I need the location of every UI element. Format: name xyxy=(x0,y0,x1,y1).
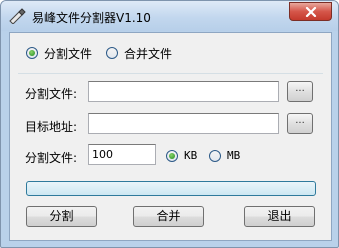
merge-mode-label[interactable]: 合并文件 xyxy=(124,45,172,62)
split-file-label: 分割文件: xyxy=(25,87,78,101)
window-title: 易峰文件分割器V1.10 xyxy=(32,11,151,25)
merge-button[interactable]: 合并 xyxy=(133,206,204,227)
progress-bar xyxy=(26,181,316,196)
app-window: 易峰文件分割器V1.10 分割文件 合并文件 分割文件: ... 目标地址: .… xyxy=(0,0,339,248)
target-path-label: 目标地址: xyxy=(25,120,78,134)
unit-kb-label[interactable]: KB xyxy=(184,149,197,162)
split-button[interactable]: 分割 xyxy=(26,206,97,227)
split-file-input[interactable] xyxy=(88,81,279,102)
unit-mb-radio[interactable] xyxy=(209,150,221,162)
unit-kb-radio[interactable] xyxy=(166,150,178,162)
browse-split-file-button[interactable]: ... xyxy=(287,81,313,102)
close-button[interactable] xyxy=(289,2,332,21)
app-logo-icon xyxy=(8,8,26,25)
close-icon xyxy=(305,6,316,17)
unit-mb-label[interactable]: MB xyxy=(227,149,240,162)
split-size-input[interactable]: 100 xyxy=(88,144,156,165)
client-area: 分割文件 合并文件 分割文件: ... 目标地址: ... 分割文件: 100 … xyxy=(9,32,332,241)
browse-target-button[interactable]: ... xyxy=(287,113,313,134)
split-mode-label[interactable]: 分割文件 xyxy=(44,45,92,62)
target-path-input[interactable] xyxy=(88,113,279,134)
split-size-label: 分割文件: xyxy=(25,151,78,165)
exit-button[interactable]: 退出 xyxy=(244,206,315,227)
title-bar[interactable]: 易峰文件分割器V1.10 xyxy=(1,1,338,31)
split-mode-radio[interactable] xyxy=(26,47,38,59)
merge-mode-radio[interactable] xyxy=(106,47,118,59)
divider xyxy=(18,73,323,74)
